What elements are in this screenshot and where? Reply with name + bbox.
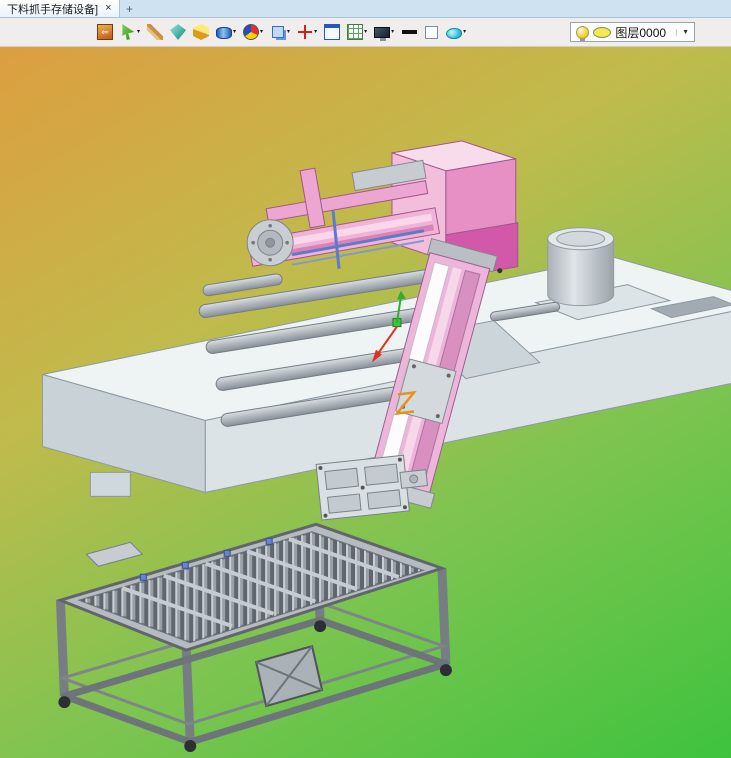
move-axis-icon [297,24,314,40]
solid-cube-icon [193,24,210,40]
layer-dropdown-arrow-icon[interactable]: ▼ [676,28,689,36]
surface-blob-icon [446,27,463,39]
feature-cylinder-icon [216,27,233,39]
dropdown-caret-icon[interactable]: ▾ [463,29,466,35]
blank-swatch-button[interactable] [423,24,440,41]
tab-bar: 下料抓手存储设备] × + [0,0,731,18]
sketch-pencil-icon [147,24,164,40]
sketch-pencil-button[interactable] [146,23,164,41]
dropdown-caret-icon[interactable]: ▾ [287,29,290,35]
layer-name: 图层0000 [615,25,667,40]
layer-selector[interactable]: 图层0000 ▼ [570,22,695,42]
feature-cylinder-button[interactable]: ▾ [215,24,237,40]
storage-rack[interactable] [55,522,452,753]
dropdown-caret-icon[interactable]: ▾ [233,29,236,35]
part-gem-button[interactable] [169,23,187,41]
dropdown-caret-icon[interactable]: ▾ [314,29,317,35]
select-arrow-button[interactable]: ▾ [119,23,141,41]
dropdown-caret-icon[interactable]: ▾ [137,29,140,35]
copy-paste-icon [272,26,285,38]
grid-table-button[interactable]: ▾ [346,23,368,41]
dropdown-caret-icon[interactable]: ▾ [260,29,263,35]
line-width-button[interactable] [400,23,418,41]
3d-model-canvas[interactable] [0,47,731,758]
line-width-icon [401,24,418,40]
blank-swatch-icon [425,25,439,39]
viewport[interactable] [0,47,731,758]
adapter-plate[interactable] [315,454,410,521]
color-wheel-icon [243,24,260,40]
select-arrow-icon [122,24,135,40]
part-gem-icon [170,24,187,40]
color-wheel-button[interactable]: ▾ [242,23,264,41]
dropdown-caret-icon[interactable]: ▾ [364,29,367,35]
view-window-icon [324,24,341,40]
layer-color-swatch [593,26,612,38]
layer-visibility-bulb-icon[interactable] [576,25,590,41]
display-monitor-button[interactable]: ▾ [373,25,395,41]
new-tab-button[interactable]: + [120,0,140,17]
exit-icon [97,24,113,40]
move-axis-button[interactable]: ▾ [296,23,318,41]
side-block[interactable] [399,469,428,489]
exit-button[interactable] [96,23,114,41]
solid-cube-button[interactable] [192,23,210,41]
main-toolbar: ▾ ▾ ▾ ▾ ▾ ▾ ▾ ▾ 图层0000 ▼ [0,18,731,47]
surface-blob-button[interactable]: ▾ [445,25,467,40]
copy-paste-button[interactable]: ▾ [269,23,291,41]
view-window-button[interactable] [323,23,341,41]
dropdown-caret-icon[interactable]: ▾ [391,29,394,35]
document-tab[interactable]: 下料抓手存储设备] × [0,0,120,17]
grid-table-icon [347,24,364,40]
tab-title: 下料抓手存储设备] [7,3,99,16]
toolbar-icons: ▾ ▾ ▾ ▾ ▾ ▾ ▾ ▾ [0,23,467,41]
display-monitor-icon [374,27,391,41]
close-icon[interactable]: × [105,3,111,14]
cylinder-tank[interactable] [547,227,615,307]
